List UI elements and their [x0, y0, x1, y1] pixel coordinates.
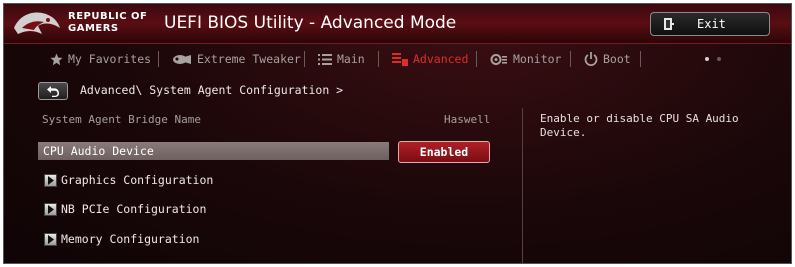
tab-bar: My Favorites Extreme Tweaker Main Advanc…	[4, 46, 791, 72]
tab-separator	[640, 51, 641, 67]
bios-window: REPUBLIC OF GAMERS UEFI BIOS Utility - A…	[3, 3, 792, 264]
submenu-nb-pcie-configuration[interactable]: NB PCIe Configuration	[44, 201, 206, 217]
submenu-arrow-icon	[44, 232, 57, 246]
cpu-audio-device-label: CPU Audio Device	[43, 144, 154, 158]
exit-button[interactable]: Exit	[650, 12, 770, 36]
back-button[interactable]	[38, 82, 68, 100]
submenu-label: NB PCIe Configuration	[61, 202, 207, 216]
tab-separator	[476, 51, 477, 67]
title-bar: REPUBLIC OF GAMERS UEFI BIOS Utility - A…	[4, 4, 791, 44]
tab-separator	[158, 51, 159, 67]
cpu-audio-device-select[interactable]: Enabled	[398, 141, 490, 163]
list-icon	[318, 53, 332, 65]
page-indicator-dot[interactable]	[717, 57, 721, 61]
cpu-audio-device-row[interactable]: CPU Audio Device	[38, 142, 389, 160]
submenu-arrow-icon	[44, 173, 57, 187]
brand-line-2: GAMERS	[68, 23, 119, 34]
exit-door-icon	[664, 18, 674, 30]
submenu-memory-configuration[interactable]: Memory Configuration	[44, 231, 199, 247]
tab-label: Boot	[603, 52, 631, 66]
tab-label: Extreme Tweaker	[197, 52, 301, 66]
tab-separator	[378, 51, 379, 67]
submenu-graphics-configuration[interactable]: Graphics Configuration	[44, 172, 213, 188]
bridge-name-value: Haswell	[444, 113, 491, 126]
app-title: UEFI BIOS Utility - Advanced Mode	[164, 13, 457, 33]
rog-logo-icon	[14, 12, 60, 35]
tab-extreme-tweaker[interactable]: Extreme Tweaker	[172, 51, 301, 67]
help-divider	[522, 108, 523, 263]
tab-separator	[304, 51, 305, 67]
help-text: Enable or disable CPU SA Audio Device.	[540, 112, 739, 139]
submenu-arrow-icon	[44, 202, 57, 216]
tab-label: Main	[337, 52, 365, 66]
tab-my-favorites[interactable]: My Favorites	[50, 51, 151, 67]
brand-line-1: REPUBLIC OF	[68, 11, 148, 22]
tab-main[interactable]: Main	[318, 51, 365, 67]
page-indicator-dot-active[interactable]	[705, 57, 709, 61]
brand-text: REPUBLIC OF GAMERS	[68, 11, 147, 35]
power-icon	[584, 52, 598, 66]
exit-label: Exit	[697, 17, 726, 31]
tab-label: Monitor	[513, 52, 562, 66]
tab-boot[interactable]: Boot	[584, 51, 631, 67]
tab-monitor[interactable]: Monitor	[490, 51, 561, 67]
back-arrow-icon	[47, 86, 59, 97]
breadcrumb: Advanced\ System Agent Configuration >	[80, 83, 344, 97]
star-icon	[50, 53, 63, 65]
tab-advanced[interactable]: Advanced	[392, 51, 468, 67]
monitor-icon	[490, 53, 507, 65]
tab-separator	[570, 51, 571, 67]
tab-label: My Favorites	[68, 52, 152, 66]
tab-label: Advanced	[413, 52, 469, 66]
submenu-label: Memory Configuration	[61, 232, 200, 246]
bridge-name-label: System Agent Bridge Name	[42, 113, 201, 126]
submenu-label: Graphics Configuration	[61, 173, 214, 187]
tweaker-icon	[173, 54, 191, 64]
advanced-icon	[392, 52, 408, 66]
